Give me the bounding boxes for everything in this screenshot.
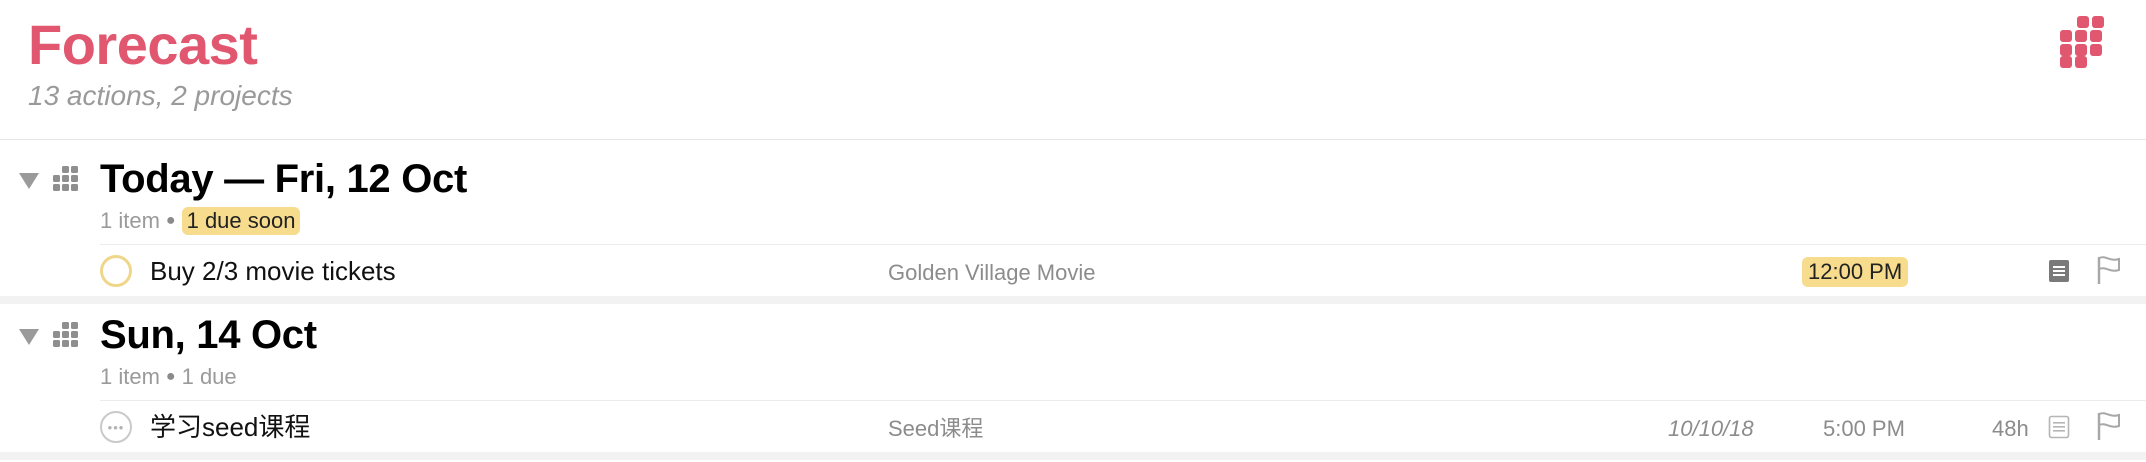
flag-icon[interactable] (2096, 411, 2122, 441)
forecast-section-today: Today — Fri, 12 Oct 1 item ● 1 due soon … (0, 140, 2146, 298)
section-meta: 1 item ● 1 due soon (100, 206, 301, 236)
section-grid-icon (50, 322, 78, 350)
disclosure-triangle-icon[interactable] (18, 328, 40, 346)
section-title: Sun, 14 Oct (100, 313, 317, 357)
due-soon-badge: 1 due soon (181, 207, 301, 235)
task-row[interactable]: Buy 2/3 movie tickets Golden Village Mov… (0, 245, 2146, 297)
task-due-time: 12:00 PM (1802, 257, 1909, 287)
separator-dot: ● (165, 368, 176, 385)
task-defer-date: 10/10/18 (1668, 416, 1754, 441)
task-duration: 48h (1992, 416, 2029, 441)
section-separator (0, 452, 2146, 460)
note-icon[interactable] (2048, 415, 2070, 439)
note-icon[interactable] (2048, 259, 2070, 283)
forecast-grid-icon[interactable] (2056, 16, 2110, 68)
page-subtitle: 13 actions, 2 projects (28, 80, 293, 111)
task-due-time: 5:00 PM (1823, 416, 1905, 441)
forecast-section-sunday: Sun, 14 Oct 1 item ● 1 due ••• 学习seed课程 … (0, 296, 2146, 454)
forecast-header: Forecast 13 actions, 2 projects (0, 0, 2146, 140)
flag-icon[interactable] (2096, 255, 2122, 285)
item-count: 1 item (100, 364, 160, 389)
section-grid-icon (50, 166, 78, 194)
task-status-checkbox[interactable]: ••• (100, 411, 132, 443)
task-project: Seed课程 (888, 416, 984, 441)
section-title: Today — Fri, 12 Oct (100, 157, 467, 201)
page-title: Forecast (28, 13, 258, 76)
task-status-checkbox[interactable] (100, 255, 132, 287)
section-meta: 1 item ● 1 due (100, 362, 237, 392)
due-count: 1 due (181, 364, 237, 389)
task-row[interactable]: ••• 学习seed课程 Seed课程 10/10/18 5:00 PM 48h (0, 401, 2146, 453)
disclosure-triangle-icon[interactable] (18, 172, 40, 190)
task-title[interactable]: Buy 2/3 movie tickets (150, 255, 396, 287)
separator-dot: ● (165, 212, 176, 229)
item-count: 1 item (100, 208, 160, 233)
task-project: Golden Village Movie (888, 260, 1096, 285)
task-title[interactable]: 学习seed课程 (150, 411, 310, 443)
